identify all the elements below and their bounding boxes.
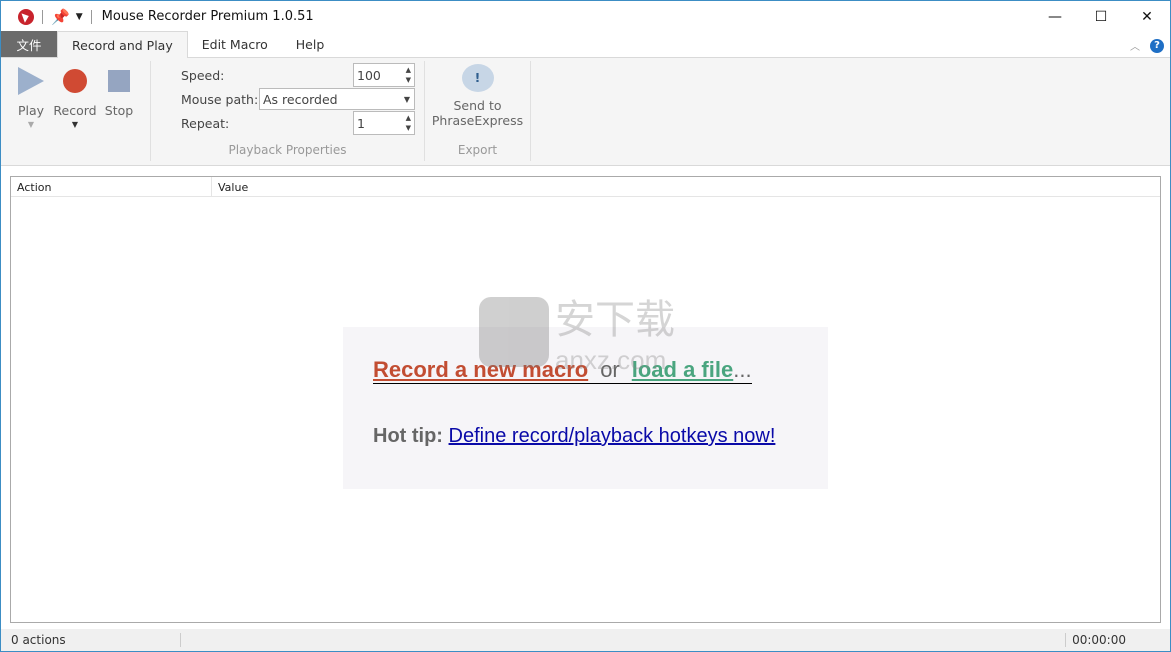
divider xyxy=(90,9,92,24)
stop-icon xyxy=(108,70,130,92)
record-button[interactable]: Record ▼ xyxy=(53,67,97,129)
load-file-link[interactable]: load a file xyxy=(632,357,733,382)
action-count: 0 actions xyxy=(1,633,181,647)
define-hotkeys-link[interactable]: Define record/playback hotkeys now! xyxy=(449,425,776,447)
ellipsis: ... xyxy=(733,357,752,382)
mouse-path-select[interactable]: As recorded ▼ xyxy=(259,88,415,110)
stop-label: Stop xyxy=(104,103,134,118)
or-text: or xyxy=(600,357,620,382)
action-list[interactable]: Action Value Record a new macro or load a … xyxy=(10,176,1161,623)
play-button[interactable]: Play ▼ xyxy=(9,67,53,129)
window-title: Mouse Recorder Premium 1.0.51 xyxy=(101,9,314,24)
dropdown-arrow-icon: ▼ xyxy=(27,120,35,129)
dropdown-arrow-icon: ▼ xyxy=(71,120,79,129)
app-icon[interactable] xyxy=(18,8,34,25)
record-icon xyxy=(63,69,87,93)
play-label: Play xyxy=(17,103,45,118)
play-icon xyxy=(18,67,44,95)
close-button[interactable]: ✕ xyxy=(1124,1,1170,32)
send-label-2: PhraseExpress xyxy=(431,113,524,128)
welcome-panel: Record a new macro or load a file... Hot t… xyxy=(343,327,828,489)
tab-file[interactable]: 文件 xyxy=(1,31,57,57)
record-label: Record xyxy=(53,103,97,118)
ribbon-tabs: 文件 Record and Play Edit Macro Help ︿ ? xyxy=(1,31,1170,58)
tab-record-and-play[interactable]: Record and Play xyxy=(57,31,188,58)
status-bar: 0 actions 00:00:00 xyxy=(1,629,1170,651)
collapse-ribbon-icon[interactable]: ︿ xyxy=(1130,38,1140,53)
column-header-value[interactable]: Value xyxy=(212,177,1160,196)
record-new-macro-link[interactable]: Record a new macro xyxy=(373,357,588,382)
tab-help[interactable]: Help xyxy=(282,31,339,57)
group-record: Play ▼ Record ▼ Stop xyxy=(1,61,151,161)
stop-button[interactable]: Stop xyxy=(97,67,141,118)
group-playback-properties: Speed: 100 ▲ ▼ Mouse path: As recorded ▼ Re… xyxy=(151,61,425,161)
stepper-arrows-icon[interactable]: ▲ ▼ xyxy=(406,113,411,133)
maximize-button[interactable]: ☐ xyxy=(1078,1,1124,32)
send-to-phraseexpress-button[interactable]: ! Send to PhraseExpress xyxy=(425,61,530,128)
title-bar: 📌 ▼ Mouse Recorder Premium 1.0.51 — ☐ ✕ xyxy=(1,1,1170,32)
ribbon: Play ▼ Record ▼ Stop Speed: 100 ▲ ▼ Mouse … xyxy=(1,58,1170,166)
elapsed-time: 00:00:00 xyxy=(1065,633,1126,647)
speed-stepper[interactable]: 100 ▲ ▼ xyxy=(353,63,415,87)
chevron-down-icon: ▼ xyxy=(403,94,410,104)
column-header-action[interactable]: Action xyxy=(11,177,212,196)
group-label: Export xyxy=(457,143,498,157)
send-label: Send to xyxy=(453,98,502,113)
minimize-button[interactable]: — xyxy=(1032,1,1078,32)
repeat-stepper[interactable]: 1 ▲ ▼ xyxy=(353,111,415,135)
phraseexpress-icon: ! xyxy=(461,64,494,92)
mouse-path-label: Mouse path: xyxy=(181,91,259,107)
group-export: ! Send to PhraseExpress Export xyxy=(425,61,531,161)
pin-icon[interactable]: 📌 xyxy=(51,8,70,26)
group-label: Playback Properties xyxy=(228,143,347,157)
speed-value: 100 xyxy=(357,67,381,83)
repeat-label: Repeat: xyxy=(181,115,230,131)
hot-tip-label: Hot tip: xyxy=(373,425,443,447)
quick-access-dropdown-icon[interactable]: ▼ xyxy=(76,12,83,22)
repeat-value: 1 xyxy=(357,115,365,131)
speed-label: Speed: xyxy=(181,67,225,83)
stepper-arrows-icon[interactable]: ▲ ▼ xyxy=(406,65,411,85)
tab-edit-macro[interactable]: Edit Macro xyxy=(188,31,282,57)
divider xyxy=(42,9,43,24)
help-icon[interactable]: ? xyxy=(1150,38,1164,53)
mouse-path-value: As recorded xyxy=(263,91,338,107)
